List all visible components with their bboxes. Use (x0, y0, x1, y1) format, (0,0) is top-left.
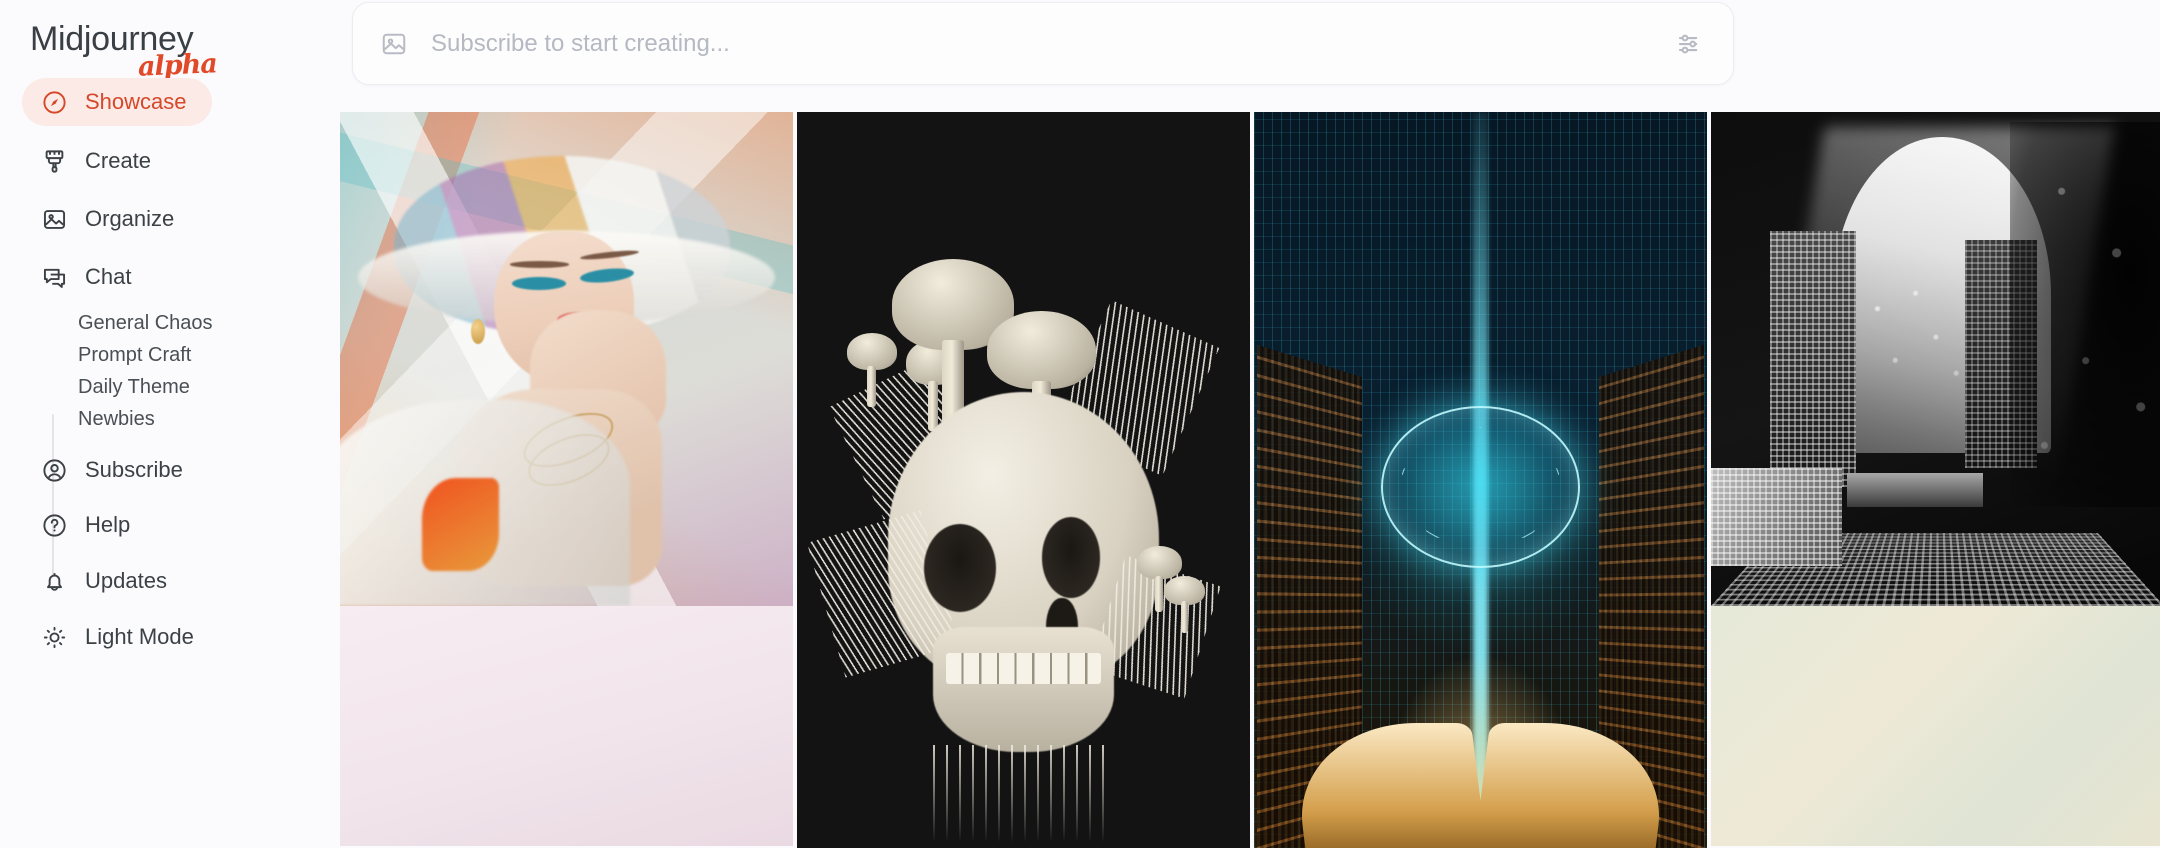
sidebar-item-general-chaos[interactable]: General Chaos (78, 312, 213, 334)
chat-bubbles-icon (40, 263, 68, 291)
gallery-tile-skull[interactable] (797, 112, 1250, 848)
sidebar-item-prompt-craft[interactable]: Prompt Craft (78, 344, 191, 366)
sidebar-item-updates[interactable]: Updates (22, 557, 189, 605)
sidebar-item-label: Organize (85, 206, 174, 232)
chat-channel-rail (52, 414, 54, 576)
sidebar: Midjourney alpha Showcase Create Organiz… (0, 0, 330, 848)
search-input[interactable] (431, 30, 1673, 58)
user-circle-icon (40, 456, 68, 484)
artwork-pale-cream (1711, 606, 2160, 846)
prompt-search-bar[interactable] (352, 2, 1734, 85)
gallery-column (340, 112, 793, 848)
sun-icon (40, 623, 68, 651)
compass-icon (40, 88, 68, 116)
sidebar-item-subscribe[interactable]: Subscribe (22, 446, 205, 494)
sidebar-item-create[interactable]: Create (22, 137, 173, 185)
artwork-bw-architecture (1711, 112, 2160, 606)
sidebar-item-label: Help (85, 512, 130, 538)
sidebar-item-showcase[interactable]: Showcase (22, 78, 212, 126)
gallery-column (797, 112, 1250, 848)
sidebar-item-label: Create (85, 148, 151, 174)
sidebar-item-daily-theme[interactable]: Daily Theme (78, 376, 190, 398)
gallery-column (1711, 112, 2160, 848)
sidebar-item-label: Updates (85, 568, 167, 594)
gallery-tile-cream-partial[interactable] (1711, 606, 2160, 846)
sliders-settings-icon[interactable] (1673, 27, 1707, 61)
midjourney-app-window: Midjourney alpha Showcase Create Organiz… (0, 0, 2160, 848)
gallery-tile-portrait[interactable] (340, 112, 793, 606)
image-icon (379, 29, 409, 59)
sidebar-item-label: Chat (85, 264, 131, 290)
artwork-pale-pink (340, 606, 793, 846)
question-circle-icon (40, 511, 68, 539)
sidebar-item-label: Subscribe (85, 457, 183, 483)
gallery-column (1254, 112, 1707, 848)
sidebar-item-newbies[interactable]: Newbies (78, 408, 155, 430)
artwork-cubist-portrait (340, 112, 793, 606)
gallery-tile-architecture[interactable] (1711, 112, 2160, 606)
brand-logo[interactable]: Midjourney alpha (30, 20, 290, 86)
sidebar-item-label: Showcase (85, 89, 187, 115)
gallery-tile-library[interactable] (1254, 112, 1707, 848)
sidebar-item-help[interactable]: Help (22, 501, 152, 549)
image-icon (40, 205, 68, 233)
gallery-tile-pink-partial[interactable] (340, 606, 793, 846)
sidebar-item-light-mode[interactable]: Light Mode (22, 613, 216, 661)
sidebar-item-organize[interactable]: Organize (22, 195, 196, 243)
sidebar-item-chat[interactable]: Chat (22, 253, 153, 301)
bell-icon (40, 567, 68, 595)
artwork-mushroom-skull (797, 112, 1250, 848)
showcase-gallery (340, 112, 2160, 848)
paintbrush-icon (40, 147, 68, 175)
artwork-digital-library-orb (1254, 112, 1707, 848)
sidebar-item-label: Light Mode (85, 624, 194, 650)
